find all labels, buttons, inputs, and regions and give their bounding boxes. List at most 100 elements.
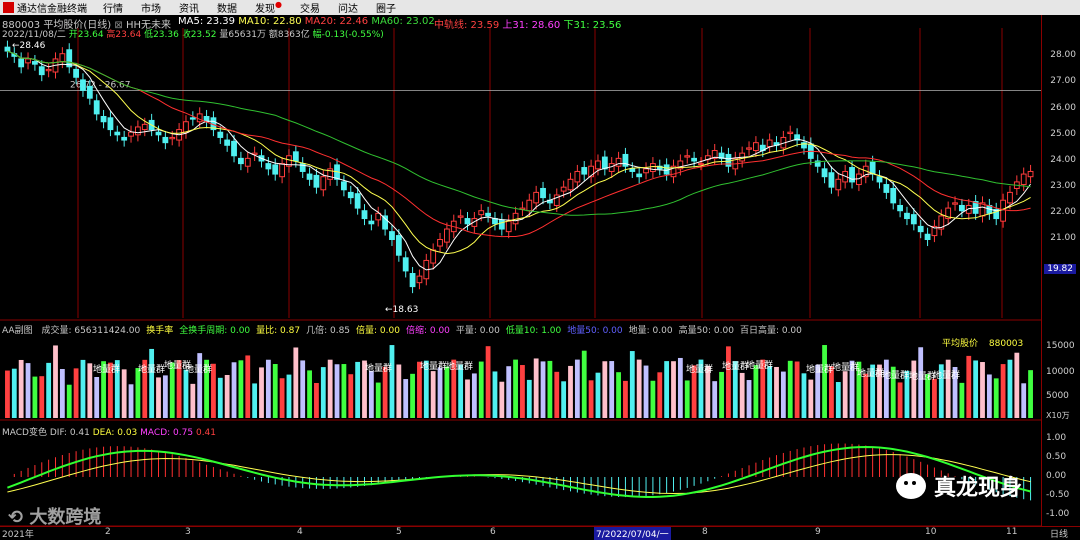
volume-bar [162,375,168,418]
candle-body [306,173,313,180]
volume-bar [780,371,786,418]
volume-cluster-label: 地量群 [185,363,212,375]
volume-bar [382,366,388,418]
candle-body [498,219,505,230]
candle-body [904,212,910,220]
candle-body [876,176,883,183]
volume-bar [341,364,347,418]
candle-body [821,168,828,178]
volume-bar [334,364,340,418]
volume-cluster-label: 地量群 [686,363,713,375]
candle-body [437,238,443,247]
x-tick-label: 8 [702,527,708,537]
candle-body [869,161,876,175]
volume-bar [259,367,264,418]
volume-y-label: 5000 [1046,391,1069,401]
period-label[interactable]: 日线 [1050,527,1068,540]
volume-bar [492,371,498,418]
volume-bar [444,366,450,418]
candle-body [526,199,533,212]
volume-bar [574,359,580,418]
candle-body [189,117,196,120]
candle-body [443,228,450,243]
candle-body [354,193,361,209]
macd-dif-line [7,445,1031,498]
candle-body [698,163,704,166]
candle-body [629,168,636,172]
volume-bar [533,358,539,418]
volume-indicator: 换手率 [146,326,174,336]
volume-bar [568,365,573,418]
x-tick-label: 5 [396,527,402,537]
kline-chart[interactable]: 26.72 - 26.67←28.46←18.63地量群 地量群地量群地量群 地量群… [0,0,1080,537]
candle-body [31,61,38,65]
macd-y-label: 0.50 [1046,452,1066,462]
volume-bar [959,382,965,418]
volume-indicator: 成交量: 656311424.00 [41,326,141,336]
volume-cluster-label: 地量群 [93,363,120,375]
candle-body [457,215,464,218]
macd-y-label: 0.00 [1046,471,1066,481]
candle-body [691,157,698,162]
volume-bar [272,364,278,418]
volume-bar [1014,352,1020,418]
candle-body [924,233,931,240]
candle-body [752,142,759,152]
macd-panel-title[interactable]: MACD变色 [2,428,47,438]
candle-body [828,172,835,188]
volume-cluster-label: 地量群 [420,360,447,372]
volume-bar [458,364,464,418]
high-mark: ←28.46 [12,41,46,51]
candle-body [574,170,581,183]
volume-bar [46,362,52,418]
volume-bar [581,350,587,418]
volume-bar [506,366,512,418]
volume-cluster-label: 地量群 [138,363,165,375]
macd-y-label: -0.50 [1046,490,1070,500]
volume-bar [629,351,635,418]
candle-body [361,210,368,220]
volume-bar [602,361,608,418]
volume-bar [265,359,271,418]
volume-bar [245,355,251,418]
x-cursor-date: 7/2022/07/04/一 [594,527,671,540]
volume-cluster-label: 地量群 [806,363,833,375]
x-tick-label: 4 [297,527,303,537]
volume-bar [430,371,436,418]
x-tick-label: 10 [925,527,937,537]
candle-body [416,275,423,284]
volume-unit-label: X10万 [1046,411,1070,420]
wechat-icon [896,473,926,499]
candle-body [292,151,299,162]
volume-bar [252,383,258,418]
candle-body [155,131,162,136]
volume-bar [822,345,827,418]
volume-cluster-label: 地量群 [909,370,936,382]
volume-cluster-label: 地量群 [446,360,473,372]
volume-bar [808,379,814,418]
volume-panel-title[interactable]: AA副图 [2,326,33,336]
volume-bar [375,382,381,418]
volume-bar [66,384,72,418]
candle-body [80,79,86,91]
volume-indicator: 全换手周期: 0.00 [179,326,251,336]
watermark-left: ⟲ 大数跨境 [8,507,102,528]
volume-bar [774,366,779,418]
volume-bar [121,369,127,418]
candle-body [114,131,121,136]
volume-bar [719,371,724,418]
volume-bar [300,360,306,418]
candle-body [958,204,965,212]
candle-body [18,58,25,68]
candle-body [533,191,540,204]
candle-body [464,218,471,225]
volume-bar [327,359,333,418]
ma5-line [7,50,1032,271]
volume-bar [25,363,31,418]
volume-y-label: 10000 [1046,367,1075,377]
candle-body [1027,170,1034,178]
candle-body [73,68,80,78]
volume-bar [32,376,38,418]
volume-cluster-label: 地量群 [933,369,960,381]
macd-header: MACD变色 DIF: 0.41 DEA: 0.03 MACD: 0.75 0.… [2,425,216,438]
